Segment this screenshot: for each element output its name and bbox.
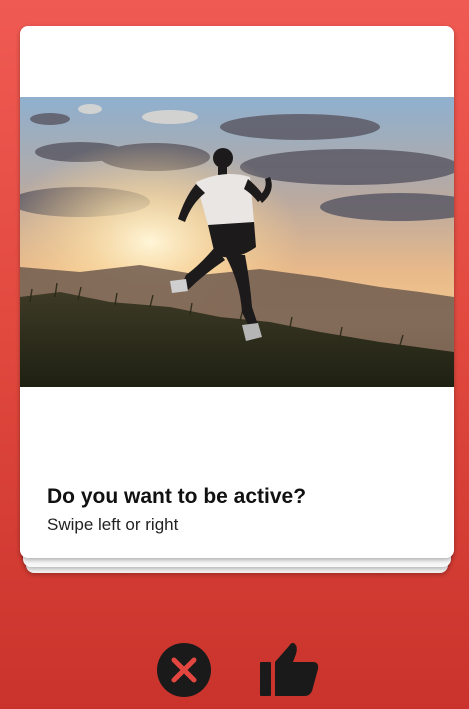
close-circle-icon [157,643,211,697]
thumbs-up-icon [260,642,319,696]
card-photo [20,97,454,387]
dislike-button[interactable] [156,642,212,698]
swipe-card[interactable]: Do you want to be active? Swipe left or … [20,26,454,558]
card-title: Do you want to be active? [47,485,307,508]
like-button[interactable] [258,638,320,698]
card-subtitle: Swipe left or right [47,515,179,534]
